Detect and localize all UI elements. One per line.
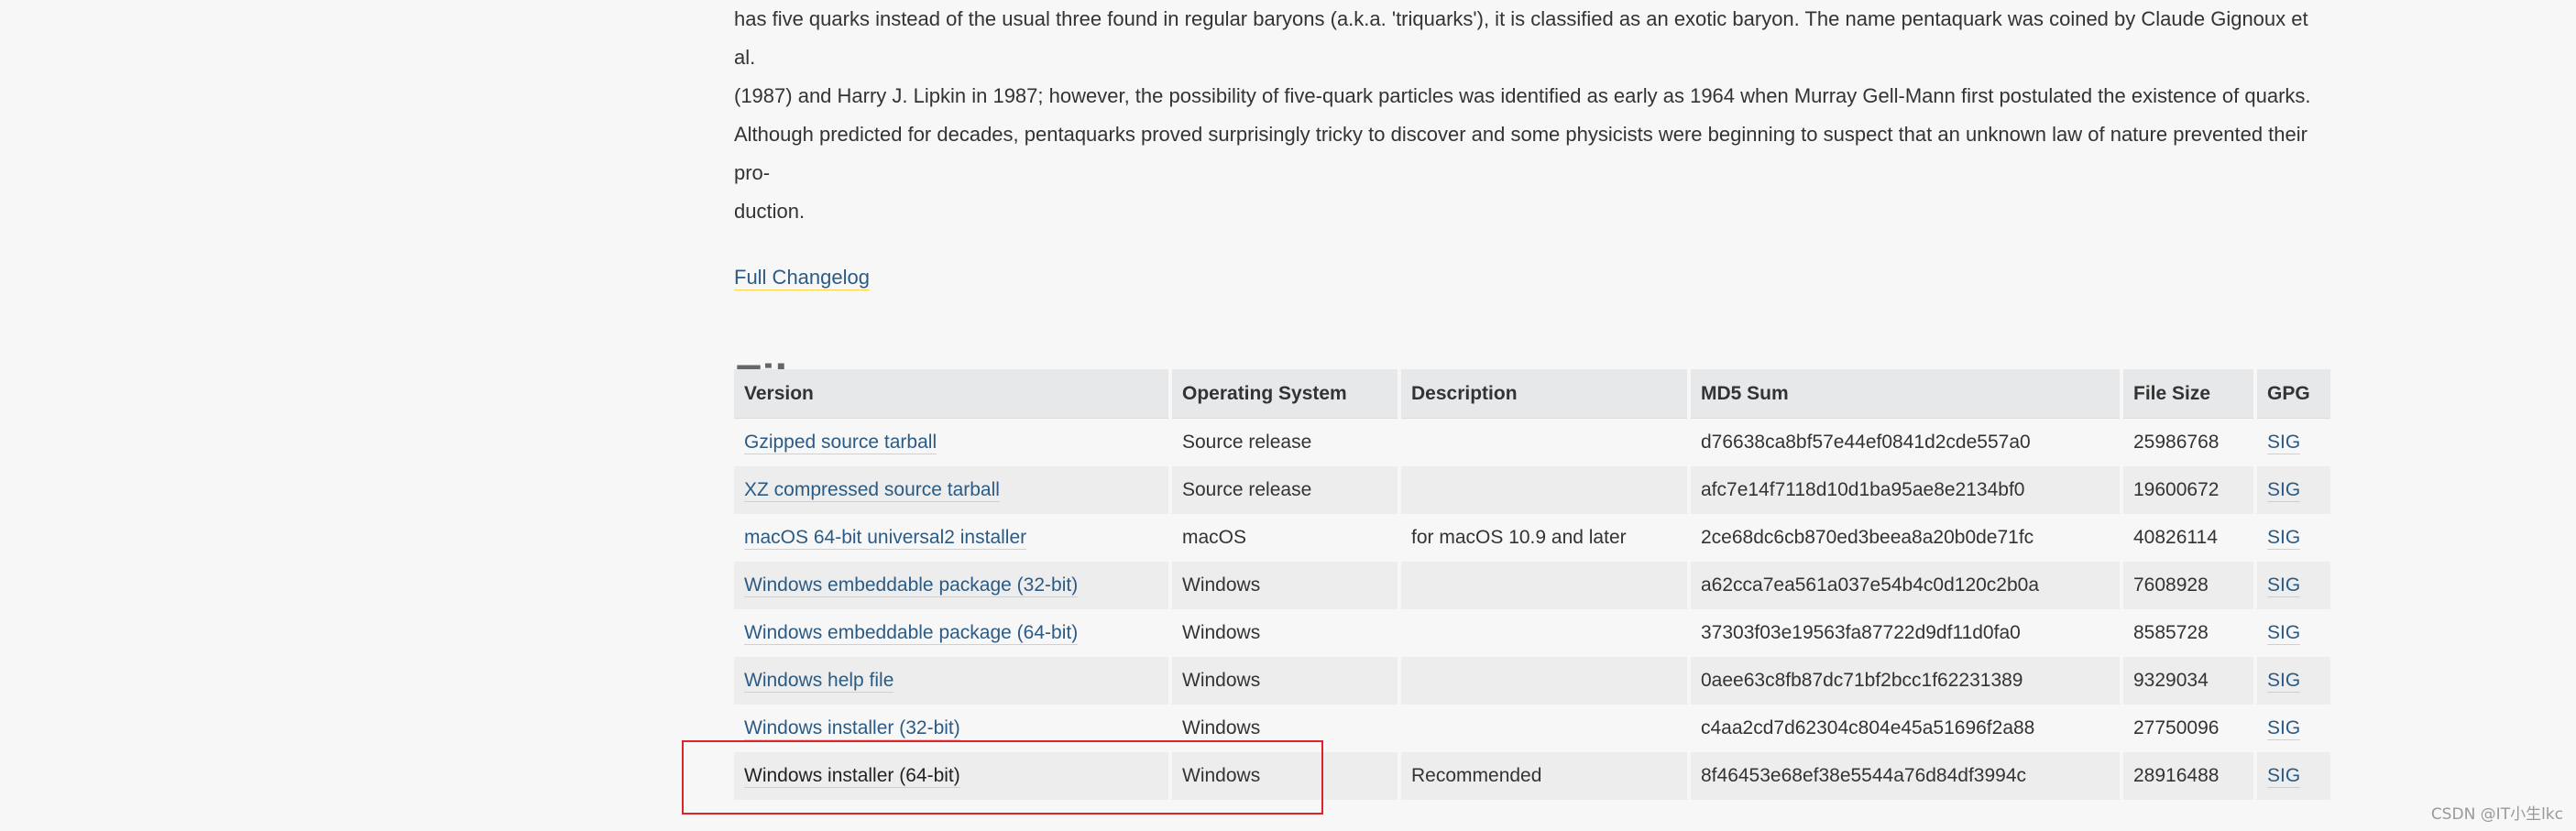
version-cell: Windows installer (32-bit) [734,705,1168,752]
version-cell: Windows installer (64-bit) [734,752,1168,800]
changelog-container: Full Changelog [734,258,2318,297]
version-cell: Windows embeddable package (64-bit) [734,609,1168,657]
gpg-cell: SIG [2257,657,2330,705]
os-cell: Windows [1172,609,1398,657]
sig-link[interactable]: SIG [2267,432,2301,454]
intro-line: Although predicted for decades, pentaqua… [734,123,2307,184]
os-cell: Windows [1172,752,1398,800]
description-cell: Recommended [1401,752,1687,800]
gpg-cell: SIG [2257,514,2330,562]
gpg-cell: SIG [2257,752,2330,800]
file-size-cell: 27750096 [2123,705,2253,752]
header-file-size: File Size [2123,369,2253,419]
download-link-macos-installer[interactable]: macOS 64-bit universal2 installer [744,527,1027,550]
version-cell: XZ compressed source tarball [734,466,1168,514]
description-cell [1401,419,1687,466]
sig-link[interactable]: SIG [2267,670,2301,693]
os-cell: Windows [1172,705,1398,752]
sig-link[interactable]: SIG [2267,717,2301,740]
table-row: XZ compressed source tarball Source rele… [734,466,2330,514]
file-size-cell: 28916488 [2123,752,2253,800]
main-content: has five quarks instead of the usual thr… [734,0,2318,409]
page: has five quarks instead of the usual thr… [0,0,2576,831]
intro-line: duction. [734,200,806,223]
md5-cell: 2ce68dc6cb870ed3beea8a20b0de71fc [1691,514,2120,562]
full-changelog-link[interactable]: Full Changelog [734,266,870,290]
md5-cell: afc7e14f7118d10d1ba95ae8e2134bf0 [1691,466,2120,514]
header-version: Version [734,369,1168,419]
download-link-windows-help-file[interactable]: Windows help file [744,670,894,693]
md5-cell: 0aee63c8fb87dc71bf2bcc1f62231389 [1691,657,2120,705]
table-row: Windows help file Windows 0aee63c8fb87dc… [734,657,2330,705]
download-link-xz-source[interactable]: XZ compressed source tarball [744,479,1000,502]
download-link-windows-embeddable-64[interactable]: Windows embeddable package (64-bit) [744,622,1079,645]
gpg-cell: SIG [2257,562,2330,609]
intro-line: has five quarks instead of the usual thr… [734,7,2308,69]
table-header-row: Version Operating System Description MD5… [734,369,2330,419]
file-size-cell: 9329034 [2123,657,2253,705]
table-row: Windows embeddable package (32-bit) Wind… [734,562,2330,609]
version-cell: macOS 64-bit universal2 installer [734,514,1168,562]
os-cell: Windows [1172,562,1398,609]
md5-cell: a62cca7ea561a037e54b4c0d120c2b0a [1691,562,2120,609]
md5-cell: 37303f03e19563fa87722d9df11d0fa0 [1691,609,2120,657]
download-link-gzipped-source[interactable]: Gzipped source tarball [744,432,937,454]
sig-link[interactable]: SIG [2267,574,2301,597]
gpg-cell: SIG [2257,419,2330,466]
file-size-cell: 8585728 [2123,609,2253,657]
header-gpg: GPG [2257,369,2330,419]
description-cell [1401,657,1687,705]
download-link-windows-installer-32[interactable]: Windows installer (32-bit) [744,717,960,740]
version-cell: Gzipped source tarball [734,419,1168,466]
watermark: CSDN @IT小生lkc [2430,805,2563,824]
gpg-cell: SIG [2257,705,2330,752]
description-cell [1401,466,1687,514]
md5-cell: 8f46453e68ef38e5544a76d84df3994c [1691,752,2120,800]
table-row: Windows installer (64-bit) Windows Recom… [734,752,2330,800]
download-link-windows-embeddable-32[interactable]: Windows embeddable package (32-bit) [744,574,1079,597]
description-cell [1401,609,1687,657]
description-cell [1401,562,1687,609]
table-row: Gzipped source tarball Source release d7… [734,419,2330,466]
file-size-cell: 19600672 [2123,466,2253,514]
sig-link[interactable]: SIG [2267,765,2301,788]
md5-cell: c4aa2cd7d62304c804e45a51696f2a88 [1691,705,2120,752]
file-size-cell: 25986768 [2123,419,2253,466]
sig-link[interactable]: SIG [2267,527,2301,550]
description-cell [1401,705,1687,752]
files-table: Version Operating System Description MD5… [730,369,2334,800]
header-os: Operating System [1172,369,1398,419]
table-row: Windows embeddable package (64-bit) Wind… [734,609,2330,657]
intro-paragraph: has five quarks instead of the usual thr… [734,0,2318,231]
file-size-cell: 40826114 [2123,514,2253,562]
version-cell: Windows embeddable package (32-bit) [734,562,1168,609]
file-size-cell: 7608928 [2123,562,2253,609]
os-cell: Source release [1172,419,1398,466]
version-cell: Windows help file [734,657,1168,705]
download-link-windows-installer-64[interactable]: Windows installer (64-bit) [744,765,960,788]
sig-link[interactable]: SIG [2267,622,2301,645]
md5-cell: d76638ca8bf57e44ef0841d2cde557a0 [1691,419,2120,466]
gpg-cell: SIG [2257,609,2330,657]
table-row: macOS 64-bit universal2 installer macOS … [734,514,2330,562]
intro-line: (1987) and Harry J. Lipkin in 1987; howe… [734,84,2311,107]
os-cell: Source release [1172,466,1398,514]
sig-link[interactable]: SIG [2267,479,2301,502]
description-cell: for macOS 10.9 and later [1401,514,1687,562]
header-description: Description [1401,369,1687,419]
os-cell: Windows [1172,657,1398,705]
header-md5: MD5 Sum [1691,369,2120,419]
os-cell: macOS [1172,514,1398,562]
gpg-cell: SIG [2257,466,2330,514]
table-row: Windows installer (32-bit) Windows c4aa2… [734,705,2330,752]
